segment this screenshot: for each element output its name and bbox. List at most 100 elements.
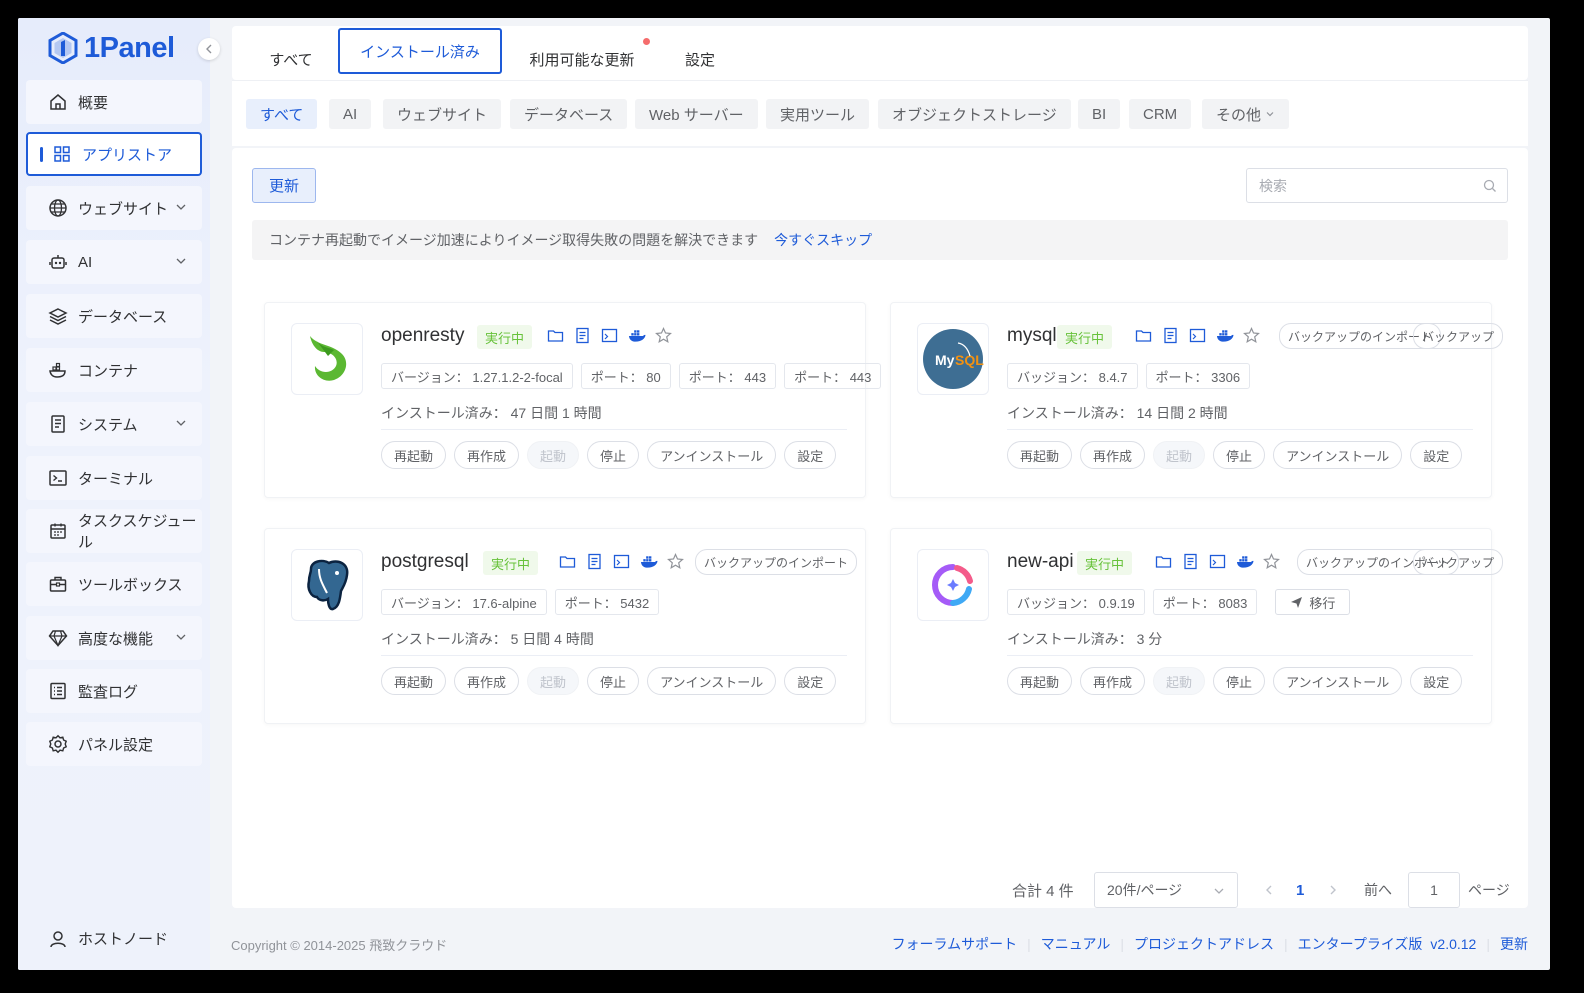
logo[interactable]: 1Panel (48, 30, 175, 66)
document-icon[interactable] (1162, 327, 1180, 345)
recreate-button[interactable]: 再作成 (1080, 667, 1146, 695)
start-button[interactable]: 起動 (1153, 667, 1206, 695)
settings-button[interactable]: 設定 (784, 441, 837, 469)
restart-button[interactable]: 再起動 (381, 667, 447, 695)
project-address-link[interactable]: プロジェクトアドレス (1134, 934, 1274, 954)
start-button[interactable]: 起動 (1153, 441, 1206, 469)
sidebar-item-6[interactable]: システム (26, 402, 202, 446)
category-filter-7[interactable]: BI (1078, 99, 1121, 129)
star-icon[interactable] (667, 553, 685, 571)
app-name[interactable]: mysql (1007, 325, 1057, 347)
skip-now-link[interactable]: 今すぐスキップ (774, 230, 872, 250)
sidebar-item-10[interactable]: 高度な機能 (26, 616, 202, 660)
update-link[interactable]: 更新 (1500, 934, 1528, 954)
settings-button[interactable]: 設定 (784, 667, 837, 695)
docker-icon[interactable] (640, 553, 658, 571)
app-name[interactable]: new-api (1007, 551, 1074, 573)
stop-button[interactable]: 停止 (1213, 667, 1266, 695)
document-icon[interactable] (1182, 553, 1200, 571)
diamond-icon (48, 628, 68, 648)
calendar-icon (48, 521, 68, 541)
category-filter-5[interactable]: 実用ツール (766, 99, 870, 129)
category-filter-2[interactable]: ウェブサイト (383, 99, 502, 129)
app-name[interactable]: openresty (381, 325, 464, 347)
stop-button[interactable]: 停止 (1213, 441, 1266, 469)
app-name[interactable]: postgresql (381, 551, 469, 573)
goto-page-input[interactable]: 1 (1408, 872, 1460, 908)
category-filter-0[interactable]: すべて (246, 99, 318, 129)
image-icon[interactable] (1209, 553, 1227, 571)
image-icon[interactable] (601, 327, 619, 345)
import-backup-button[interactable]: バックアップのインポート (695, 549, 858, 575)
page-size-select[interactable]: 20件/ページ (1094, 872, 1238, 908)
restart-button[interactable]: 再起動 (1007, 667, 1073, 695)
app-tags: バッジョン： 0.9.19 ポート： 8083 移行 (1007, 589, 1351, 615)
tab-all[interactable]: すべて (256, 36, 326, 82)
tab-installed[interactable]: インストール済み (338, 28, 502, 74)
star-icon[interactable] (655, 327, 673, 345)
migrate-button[interactable]: 移行 (1275, 589, 1351, 615)
restart-button[interactable]: 再起動 (381, 441, 447, 469)
recreate-button[interactable]: 再作成 (1080, 441, 1146, 469)
sidebar-item-5[interactable]: コンテナ (26, 348, 202, 392)
image-icon[interactable] (1189, 327, 1207, 345)
settings-button[interactable]: 設定 (1410, 667, 1463, 695)
sidebar-collapse-button[interactable] (198, 38, 220, 60)
sidebar-item-9[interactable]: ツールボックス (26, 562, 202, 606)
recreate-button[interactable]: 再作成 (454, 441, 520, 469)
prev-page-button[interactable] (1264, 872, 1274, 908)
stop-button[interactable]: 停止 (587, 667, 640, 695)
sidebar-item-12[interactable]: パネル設定 (26, 722, 202, 766)
sidebar-item-1[interactable]: アプリストア (26, 132, 202, 176)
restart-button[interactable]: 再起動 (1007, 441, 1073, 469)
category-label: すべて (260, 106, 304, 124)
version-label[interactable]: v2.0.12 (1430, 936, 1476, 952)
folder-icon[interactable] (1155, 553, 1173, 571)
enterprise-link[interactable]: エンタープライズ版 (1298, 934, 1423, 954)
category-filter-3[interactable]: データベース (510, 99, 628, 129)
start-button[interactable]: 起動 (527, 441, 580, 469)
search-input[interactable]: 検索 (1246, 168, 1508, 203)
tab-settings[interactable]: 設定 (678, 36, 722, 82)
host-node-button[interactable]: ホストノード (48, 928, 168, 949)
category-filter-1[interactable]: AI (329, 99, 372, 129)
next-page-button[interactable] (1328, 872, 1338, 908)
tab-updates[interactable]: 利用可能な更新 (522, 36, 650, 82)
star-icon[interactable] (1263, 553, 1281, 571)
docker-icon[interactable] (1236, 553, 1254, 571)
folder-icon[interactable] (559, 553, 577, 571)
settings-button[interactable]: 設定 (1410, 441, 1463, 469)
uninstall-button[interactable]: アンインストール (1273, 441, 1403, 469)
folder-icon[interactable] (547, 327, 565, 345)
page-number[interactable]: 1 (1296, 872, 1304, 908)
category-filter-8[interactable]: CRM (1129, 99, 1192, 129)
manual-link[interactable]: マニュアル (1041, 934, 1111, 954)
stop-button[interactable]: 停止 (587, 441, 640, 469)
recreate-button[interactable]: 再作成 (454, 667, 520, 695)
refresh-button[interactable]: 更新 (252, 168, 316, 203)
star-icon[interactable] (1243, 327, 1261, 345)
document-icon[interactable] (586, 553, 604, 571)
uninstall-button[interactable]: アンインストール (647, 667, 777, 695)
sidebar-item-0[interactable]: 概要 (26, 80, 202, 124)
sidebar-item-11[interactable]: 監査ログ (26, 669, 202, 713)
forum-support-link[interactable]: フォーラムサポート (892, 934, 1018, 954)
uninstall-button[interactable]: アンインストール (647, 441, 777, 469)
category-filter-6[interactable]: オブジェクトストレージ (878, 99, 1071, 129)
docker-icon[interactable] (1216, 327, 1234, 345)
sidebar-item-7[interactable]: ターミナル (26, 456, 202, 500)
folder-icon[interactable] (1135, 327, 1153, 345)
category-filter-9[interactable]: その他 (1202, 99, 1290, 129)
sidebar-item-2[interactable]: ウェブサイト (26, 186, 202, 230)
uninstall-button[interactable]: アンインストール (1273, 667, 1403, 695)
sidebar-item-8[interactable]: タスクスケジュール (26, 509, 202, 553)
docker-icon[interactable] (628, 327, 646, 345)
document-icon[interactable] (574, 327, 592, 345)
sidebar-item-4[interactable]: データベース (26, 294, 202, 338)
image-icon[interactable] (613, 553, 631, 571)
start-button[interactable]: 起動 (527, 667, 580, 695)
backup-button[interactable]: バックアップ (1413, 323, 1504, 349)
category-filter-4[interactable]: Web サーバー (635, 99, 758, 129)
backup-button[interactable]: バックアップ (1413, 549, 1504, 575)
sidebar-item-3[interactable]: AI (26, 240, 202, 284)
